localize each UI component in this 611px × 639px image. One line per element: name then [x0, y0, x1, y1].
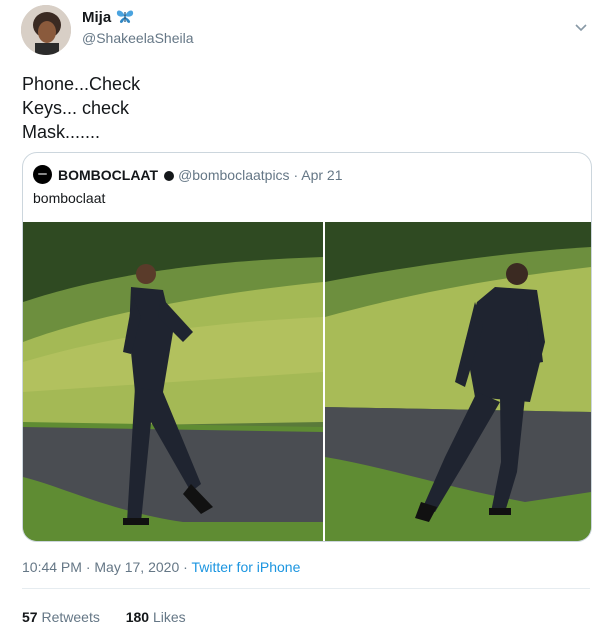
avatar-image	[21, 5, 71, 55]
photo-right[interactable]	[325, 222, 591, 541]
tweet-stats: 57 Retweets 180 Likes	[22, 609, 186, 625]
quoted-media[interactable]	[23, 222, 591, 541]
author-handle[interactable]: @ShakeelaSheila	[82, 30, 194, 46]
quoted-tweet[interactable]: BOMBOCLAAT @bomboclaatpics · Apr 21 bombo…	[22, 152, 592, 542]
likes-stat[interactable]: 180 Likes	[126, 609, 186, 625]
retweets-label: Retweets	[41, 609, 100, 625]
tweet-line: Keys... check	[22, 98, 130, 118]
quoted-avatar	[33, 165, 52, 184]
retweets-count: 57	[22, 609, 38, 625]
quoted-date: Apr 21	[301, 167, 343, 183]
author-display-name[interactable]: Mija	[82, 9, 111, 26]
quoted-handle: @bomboclaatpics	[178, 167, 290, 183]
author-name[interactable]: Mija	[82, 9, 134, 28]
tweet-date[interactable]: May 17, 2020	[94, 559, 179, 575]
quoted-display-name: BOMBOCLAAT	[58, 167, 159, 183]
divider	[22, 588, 590, 589]
tweet-text: Phone...Check Keys... check Mask.......	[22, 72, 140, 144]
tweet-source-link[interactable]: Twitter for iPhone	[191, 559, 300, 575]
meta-separator: ·	[183, 559, 188, 575]
tweet-meta: 10:44 PM · May 17, 2020 · Twitter for iP…	[22, 559, 300, 575]
retweets-stat[interactable]: 57 Retweets	[22, 609, 100, 625]
verified-icon	[164, 171, 175, 181]
likes-count: 180	[125, 609, 150, 625]
tweet-line: Mask.......	[22, 122, 101, 142]
quoted-tweet-header: BOMBOCLAAT @bomboclaatpics · Apr 21	[33, 165, 343, 184]
quoted-text: bomboclaat	[33, 190, 106, 206]
tweet-time[interactable]: 10:44 PM	[22, 559, 82, 575]
avatar[interactable]	[21, 5, 71, 55]
butterfly-icon	[116, 9, 134, 28]
meta-separator: ·	[85, 559, 91, 575]
likes-label: Likes	[152, 609, 186, 625]
quoted-separator: ·	[293, 167, 299, 183]
tweet-line: Phone...Check	[22, 74, 141, 94]
photo-left[interactable]	[23, 222, 323, 541]
chevron-down-icon[interactable]	[574, 20, 588, 38]
